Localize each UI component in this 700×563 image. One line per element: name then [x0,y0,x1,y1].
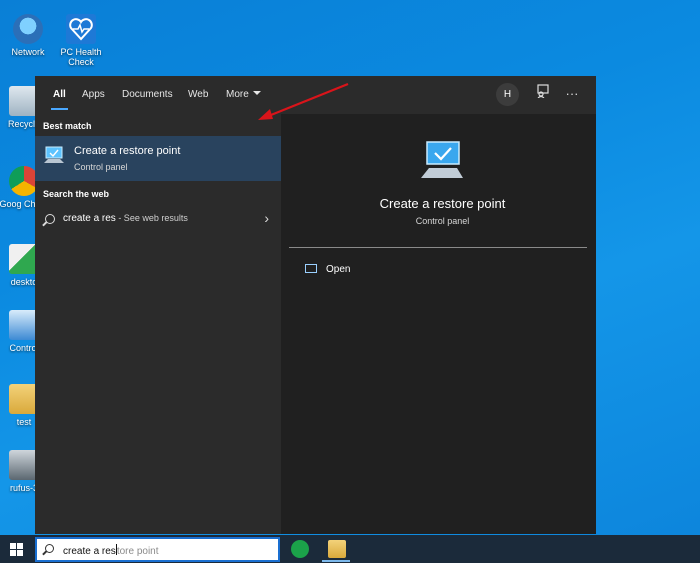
search-icon [45,214,55,224]
search-menu-header: All Apps Documents Web More H ··· [35,76,596,114]
desktop-icon-label: PC Health Check [60,47,102,67]
search-icon [45,544,54,553]
avatar[interactable]: H [496,83,519,106]
search-menu: All Apps Documents Web More H ··· Best m… [35,76,596,534]
web-result-row[interactable]: create a res - See web results › [35,209,281,231]
feedback-icon[interactable] [533,84,553,104]
best-match-header: Best match [43,121,92,131]
web-result-text: create a res - See web results [63,213,188,224]
best-match-title: Create a restore point [74,145,180,157]
search-typed: create a res [63,546,116,557]
desktop-icon-label: Network [11,47,45,57]
taskbar-search-input[interactable]: create a restore point [35,537,280,562]
tab-more[interactable]: More [226,76,261,114]
desktop-icon-network[interactable]: Network [0,14,58,57]
tab-documents[interactable]: Documents [122,76,173,114]
desktop-icon-pc-health-check[interactable]: PC Health Check [51,14,111,67]
preview-title: Create a restore point [379,196,506,211]
taskbar: create a restore point [0,535,700,563]
open-window-icon [305,264,317,273]
results-pane: Best match Create a restore point Contro… [35,114,281,534]
preview-subtitle: Control panel [415,216,470,226]
file-explorer-icon[interactable] [328,540,346,558]
windows-start-icon[interactable] [10,543,23,556]
preview-pane: Create a restore point Control panel Ope… [289,114,596,534]
open-action-label: Open [326,264,351,275]
network-icon [13,14,43,44]
tab-all[interactable]: All [51,76,68,114]
monitor-check-icon [44,146,64,163]
divider [289,247,587,248]
meet-now-icon[interactable] [291,540,309,558]
best-match-title-matched: Create a res [74,145,135,157]
monitor-check-icon [421,141,463,178]
chevron-right-icon[interactable]: › [264,210,269,226]
active-app-indicator [322,560,350,562]
chevron-down-icon [252,91,261,95]
search-autocomplete-hint: tore point [116,546,159,557]
ellipsis-icon[interactable]: ··· [562,84,582,104]
tab-web[interactable]: Web [188,76,208,114]
best-match-result[interactable]: Create a restore point Control panel [35,136,281,181]
web-result-query: create a res [63,213,116,224]
search-text: create a restore point [63,544,159,557]
tab-apps[interactable]: Apps [82,76,105,114]
best-match-subtitle: Control panel [74,162,128,172]
search-web-header: Search the web [43,189,110,199]
pc-health-check-icon [66,14,96,44]
best-match-title-rest: tore point [134,145,181,157]
web-result-suffix: - See web results [115,213,188,223]
tab-more-label: More [226,89,249,100]
